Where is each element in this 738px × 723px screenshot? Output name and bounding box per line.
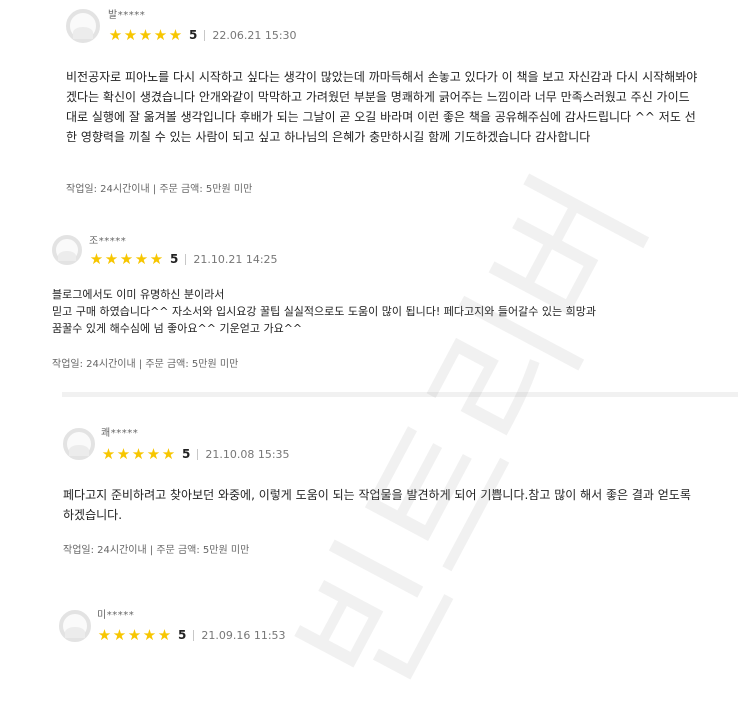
rating-score: 5 — [170, 252, 179, 266]
star-icon: ★ — [131, 445, 146, 463]
star-icon: ★ — [153, 26, 168, 44]
reviewer-name: 발***** — [108, 10, 146, 21]
rating-row: ★ ★ ★ ★ ★ 5 21.10.08 15:35 — [101, 446, 290, 462]
star-icon: ★ — [119, 250, 134, 268]
star-icon: ★ — [142, 626, 157, 644]
review-divider — [62, 392, 738, 397]
star-icon: ★ — [161, 445, 176, 463]
star-icon: ★ — [112, 626, 127, 644]
star-icon: ★ — [108, 26, 123, 44]
star-icon: ★ — [146, 445, 161, 463]
rating-score: 5 — [178, 628, 187, 642]
review-meta: 작업일: 24시간이내 | 주문 금액: 5만원 미만 — [63, 545, 250, 556]
rating-row: ★ ★ ★ ★ ★ 5 21.10.21 14:25 — [89, 251, 278, 267]
reviewer-name: 쾌***** — [101, 428, 139, 439]
review-date: 21.10.21 14:25 — [193, 252, 278, 266]
star-rating: ★ ★ ★ ★ ★ — [97, 627, 172, 643]
rating-row: ★ ★ ★ ★ ★ 5 21.09.16 11:53 — [97, 627, 286, 643]
star-rating: ★ ★ ★ ★ ★ — [108, 27, 183, 43]
watermark-text: 빈트리버 — [266, 150, 680, 720]
separator — [185, 253, 187, 265]
star-icon: ★ — [157, 626, 172, 644]
review-body: 블로그에서도 이미 유명하신 분이라서 믿고 구매 하였습니다^^ 자소서와 입… — [52, 288, 596, 335]
review-body: 비전공자로 피아노를 다시 시작하고 싶다는 생각이 많았는데 까마득해서 손놓… — [66, 70, 698, 144]
review-date: 22.06.21 15:30 — [212, 28, 297, 42]
user-avatar-icon — [52, 235, 82, 265]
reviewer-name: 조***** — [89, 236, 127, 247]
star-icon: ★ — [89, 250, 104, 268]
star-rating: ★ ★ ★ ★ ★ — [89, 251, 164, 267]
star-icon: ★ — [116, 445, 131, 463]
user-avatar-icon — [59, 610, 91, 642]
user-avatar-icon — [66, 9, 100, 43]
reviewer-name: 미***** — [97, 610, 135, 621]
rating-row: ★ ★ ★ ★ ★ 5 22.06.21 15:30 — [108, 27, 297, 43]
star-icon: ★ — [149, 250, 164, 268]
separator — [197, 448, 199, 460]
separator — [193, 629, 195, 641]
review-date: 21.10.08 15:35 — [205, 447, 290, 461]
review-body: 페다고지 준비하려고 찾아보던 와중에, 이렇게 도움이 되는 작업물을 발견하… — [63, 488, 691, 522]
star-icon: ★ — [97, 626, 112, 644]
separator — [204, 29, 206, 41]
review-date: 21.09.16 11:53 — [201, 628, 286, 642]
star-icon: ★ — [101, 445, 116, 463]
star-icon: ★ — [134, 250, 149, 268]
review-meta: 작업일: 24시간이내 | 주문 금액: 5만원 미만 — [66, 184, 253, 195]
star-icon: ★ — [138, 26, 153, 44]
star-rating: ★ ★ ★ ★ ★ — [101, 446, 176, 462]
review-meta: 작업일: 24시간이내 | 주문 금액: 5만원 미만 — [52, 359, 239, 370]
user-avatar-icon — [63, 428, 95, 460]
rating-score: 5 — [189, 28, 198, 42]
star-icon: ★ — [104, 250, 119, 268]
star-icon: ★ — [123, 26, 138, 44]
rating-score: 5 — [182, 447, 191, 461]
star-icon: ★ — [127, 626, 142, 644]
star-icon: ★ — [168, 26, 183, 44]
